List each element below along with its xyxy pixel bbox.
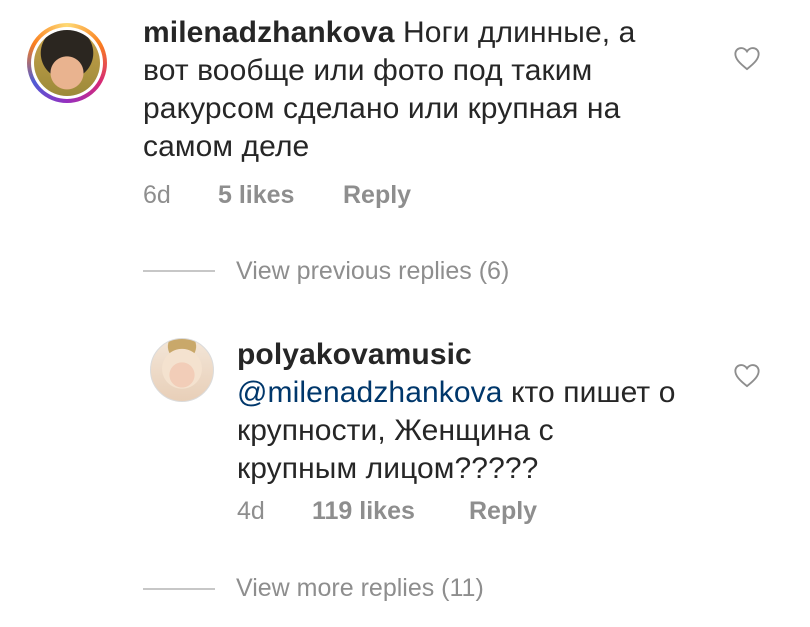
comment-time: 6d — [143, 181, 171, 209]
comment-username[interactable]: polyakovamusic — [237, 336, 677, 374]
avatar[interactable] — [150, 338, 214, 402]
replies-divider — [143, 270, 215, 272]
comment-username[interactable]: milenadzhankova — [143, 16, 395, 49]
replies-divider — [143, 588, 215, 590]
reply-button[interactable]: Reply — [343, 181, 411, 210]
comment-text: milenadzhankova Ноги длинные, а вот вооб… — [143, 14, 673, 166]
likes-count[interactable]: 119 likes — [312, 497, 415, 526]
mention-link[interactable]: @milenadzhankova — [237, 376, 503, 409]
comment-time: 4d — [237, 497, 265, 525]
avatar — [34, 30, 100, 96]
heart-icon[interactable] — [733, 45, 761, 71]
view-more-replies-button[interactable]: View more replies (11) — [236, 574, 484, 603]
avatar-story-ring[interactable] — [27, 23, 107, 103]
likes-count[interactable]: 5 likes — [218, 181, 294, 210]
comment-text: polyakovamusic @milenadzhankova кто пише… — [237, 336, 677, 488]
reply-button[interactable]: Reply — [469, 497, 537, 526]
heart-icon[interactable] — [733, 362, 761, 388]
view-previous-replies-button[interactable]: View previous replies (6) — [236, 257, 509, 286]
